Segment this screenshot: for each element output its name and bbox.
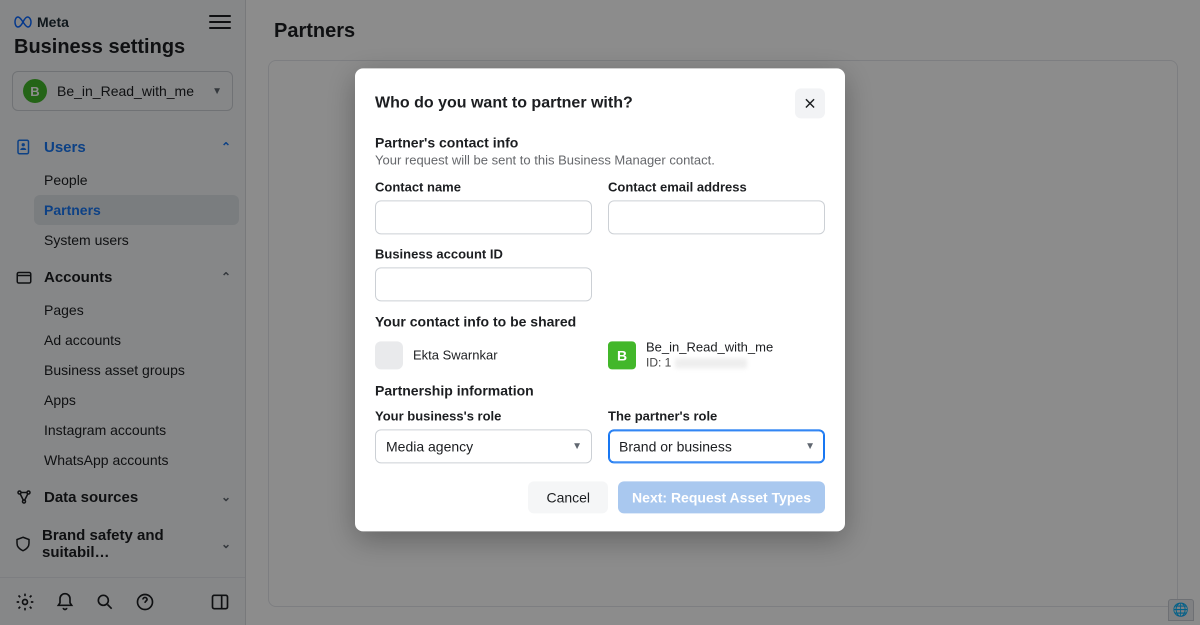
modal-title: Who do you want to partner with?	[375, 94, 633, 112]
your-role-select[interactable]: Media agency ▼	[375, 430, 592, 464]
close-icon	[803, 96, 817, 110]
business-avatar: B	[608, 341, 636, 369]
share-info-heading: Your contact info to be shared	[375, 313, 825, 329]
contact-info-heading: Partner's contact info	[375, 134, 825, 150]
redacted-id	[675, 358, 747, 368]
partner-request-modal: Who do you want to partner with? Partner…	[355, 68, 845, 531]
contact-name-label: Contact name	[375, 179, 592, 194]
biz-acct-id-label: Business account ID	[375, 246, 592, 261]
contact-info-desc: Your request will be sent to this Busine…	[375, 152, 825, 167]
user-avatar	[375, 341, 403, 369]
contact-name-input[interactable]	[375, 200, 592, 234]
close-button[interactable]	[795, 88, 825, 118]
partner-role-select[interactable]: Brand or business ▼	[608, 430, 825, 464]
your-role-label: Your business's role	[375, 409, 592, 424]
share-biz-id: ID: 1	[646, 356, 773, 371]
contact-email-input[interactable]	[608, 200, 825, 234]
next-button[interactable]: Next: Request Asset Types	[618, 482, 825, 514]
share-user-name: Ekta Swarnkar	[413, 348, 498, 363]
partnership-info-heading: Partnership information	[375, 383, 825, 399]
cancel-button[interactable]: Cancel	[528, 482, 608, 514]
share-biz-name: Be_in_Read_with_me	[646, 339, 773, 355]
partner-role-label: The partner's role	[608, 409, 825, 424]
contact-email-label: Contact email address	[608, 179, 825, 194]
biz-acct-id-input[interactable]	[375, 267, 592, 301]
